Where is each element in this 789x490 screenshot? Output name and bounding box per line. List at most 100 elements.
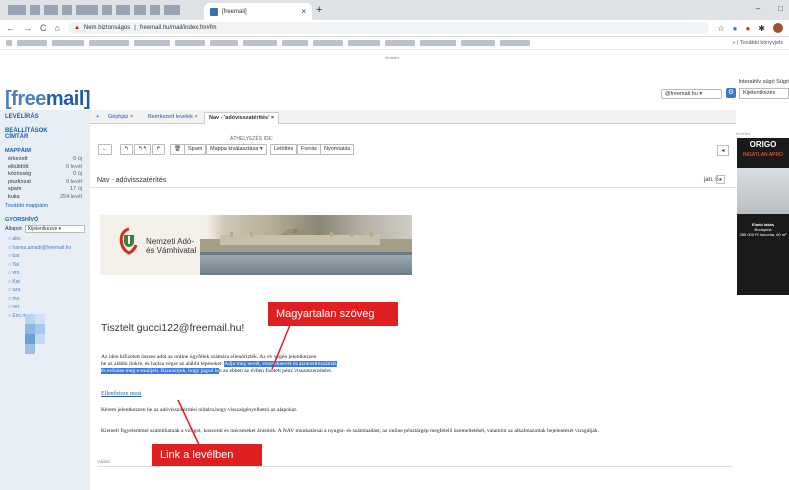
bookmark-item[interactable] <box>175 40 205 46</box>
bookmark-item[interactable] <box>243 40 277 46</box>
mail-paragraph: Kérem jelentkezzen be az adóvisszatéríté… <box>101 407 298 413</box>
mail-details-button[interactable]: ▾ <box>716 175 725 184</box>
back-button[interactable]: ← <box>98 144 112 155</box>
tab-inbox[interactable]: Beérkezett levelek × <box>144 112 202 124</box>
new-tab-button[interactable]: + <box>316 4 322 16</box>
folder-0[interactable]: érkezett 0 új <box>8 156 82 164</box>
bookmark-item[interactable] <box>89 40 129 46</box>
bookmark-item[interactable] <box>210 40 238 46</box>
sidebar: LEVÉLÍRÁS BEÁLLÍTÁSOK CÍMTÁR MAPPÁIM érk… <box>0 110 90 490</box>
folder-name: érkezett <box>8 156 28 162</box>
folder-3[interactable]: piszkozat 0 levél <box>8 179 82 187</box>
contact-name: vro <box>12 270 20 276</box>
bookmark-item[interactable] <box>282 40 308 46</box>
mail-paragraph: Kiemelt figyelemmel számíthatnak a virág… <box>101 428 599 434</box>
extension-icon[interactable]: ● <box>733 24 738 33</box>
minimize-button[interactable]: – <box>756 4 760 13</box>
mail-tabs-bar: + Géphjáz × Beérkezett levelek × Nav - '… <box>90 110 736 124</box>
contact-name: Kat <box>12 278 20 285</box>
folders-title: MAPPÁIM <box>5 148 31 154</box>
bookmark-item[interactable] <box>52 40 84 46</box>
pinned-tabs[interactable] <box>8 5 198 15</box>
folder-2[interactable]: közösség 0 új <box>8 171 82 179</box>
folder-select[interactable]: Mappa kiválasztása ▾ <box>206 144 267 155</box>
home-icon[interactable]: ⌂ <box>55 23 60 33</box>
bookmark-item[interactable] <box>385 40 415 46</box>
folder-name: piszkozat <box>8 178 31 185</box>
puzzle-icon[interactable]: ✱ <box>758 24 765 33</box>
bookmark-item[interactable] <box>461 40 495 46</box>
phishing-link[interactable]: Ellenőrizze most <box>101 391 142 397</box>
contact-name: Tal <box>12 261 19 268</box>
contact-item[interactable]: ○ bar <box>8 252 82 261</box>
folder-name: elküldött <box>8 163 29 170</box>
bookmark-item[interactable] <box>17 40 47 46</box>
blurred-contacts-redaction <box>17 314 52 356</box>
ad-label: hirdetés <box>736 131 751 136</box>
forward-button[interactable]: ↱ <box>152 144 165 155</box>
logout-button[interactable]: Kijelentkezés <box>739 88 789 99</box>
reply-all-button[interactable]: ↰↰ <box>134 144 152 155</box>
extension-icon-2[interactable]: ● <box>745 24 750 33</box>
bookmark-item[interactable] <box>420 40 456 46</box>
nav-logo-icon <box>119 227 138 255</box>
url-field[interactable]: ▲ Nem biztonságos | freemail.hu/mail/ind… <box>67 22 710 34</box>
status-filter: Állapot Kijelentkezve ▾ <box>0 223 90 235</box>
reload-icon[interactable]: C <box>40 23 47 33</box>
mail-greeting: Tisztelt gucci122@freemail.hu! <box>101 322 245 334</box>
collapse-panel-button[interactable]: ◂ <box>717 145 729 156</box>
close-tab-icon[interactable]: × <box>301 7 306 16</box>
bookmark-item[interactable] <box>6 40 12 46</box>
reply-button[interactable]: ↰ <box>120 144 133 155</box>
bookmark-item[interactable] <box>313 40 343 46</box>
bookmarks-more[interactable]: » | További könyvjelz <box>732 40 783 46</box>
freemail-logo[interactable]: [freemail] <box>5 88 91 111</box>
tab-nav-email[interactable]: Nav - 'adóvisszatérítés' × <box>204 112 280 124</box>
browser-tab-active[interactable]: [freemail] × <box>204 3 312 20</box>
contact-item[interactable]: ○ Kat <box>8 278 82 287</box>
delete-button[interactable]: 🗑 <box>170 144 185 155</box>
folder-5[interactable]: kuka 254 levél <box>8 194 82 202</box>
contact-item[interactable]: ○ vro <box>8 269 82 278</box>
highlighted-text: és erősítse meg e-mailjeit. Biztosítjuk,… <box>101 368 214 374</box>
forward-icon[interactable]: → <box>23 23 32 33</box>
account-select[interactable]: @freemail.hu ▾ <box>661 89 722 99</box>
folder-1[interactable]: elküldött 0 levél <box>8 164 82 172</box>
settings-link[interactable]: BEÁLLÍTÁSOK <box>0 120 90 134</box>
folder-name: közösség <box>8 171 32 177</box>
tab-title: [freemail] <box>222 8 247 15</box>
contact-item[interactable]: ○ abs <box>8 235 82 244</box>
tab-gephaz[interactable]: Géphjáz × <box>104 112 137 124</box>
new-tab-plus[interactable]: + <box>92 112 103 124</box>
folder-4[interactable]: spam 17 új <box>8 186 82 194</box>
avatar[interactable] <box>773 23 783 33</box>
contact-item[interactable]: ○ sza <box>8 286 82 295</box>
folder-list: érkezett 0 új elküldött 0 levél közösség 0 új… <box>0 154 90 203</box>
ad-banner[interactable] <box>737 138 789 295</box>
bookmark-item[interactable] <box>500 40 530 46</box>
contact-name: ver <box>12 304 20 310</box>
contact-item[interactable]: ○ mo <box>8 295 82 304</box>
back-icon[interactable]: ← <box>6 23 15 33</box>
folder-name: kuka <box>8 193 20 200</box>
compose-link[interactable]: LEVÉLÍRÁS <box>0 110 90 120</box>
filter-label: Állapot <box>5 226 22 232</box>
gear-icon[interactable]: ⚙ <box>726 88 736 98</box>
bookmark-item[interactable] <box>348 40 380 46</box>
filter-select[interactable]: Kijelentkezve ▾ <box>24 225 85 233</box>
maximize-button[interactable]: □ <box>778 4 783 13</box>
print-button[interactable]: Nyomtatás <box>320 144 355 155</box>
contact-item[interactable]: ○ ver <box>8 303 82 312</box>
folder-count: 17 új <box>70 186 82 192</box>
help-links[interactable]: Interaktív súgó Súgó <box>739 79 789 85</box>
contact-name: hanna.amadi@freemail.hu <box>12 244 72 251</box>
source-button[interactable]: Forrás <box>297 144 321 155</box>
mail-main: + Géphjáz × Beérkezett levelek × Nav - '… <box>90 110 736 490</box>
contact-item[interactable]: ○ hanna.amadi@freemail.hu <box>8 244 82 253</box>
contact-item[interactable]: ○ Tal <box>8 261 82 270</box>
reply-label: Válasz <box>97 459 111 464</box>
spam-button[interactable]: Spam <box>184 144 207 155</box>
download-button[interactable]: Letöltés <box>270 144 298 155</box>
star-icon[interactable]: ☆ <box>717 24 724 33</box>
bookmark-item[interactable] <box>134 40 170 46</box>
